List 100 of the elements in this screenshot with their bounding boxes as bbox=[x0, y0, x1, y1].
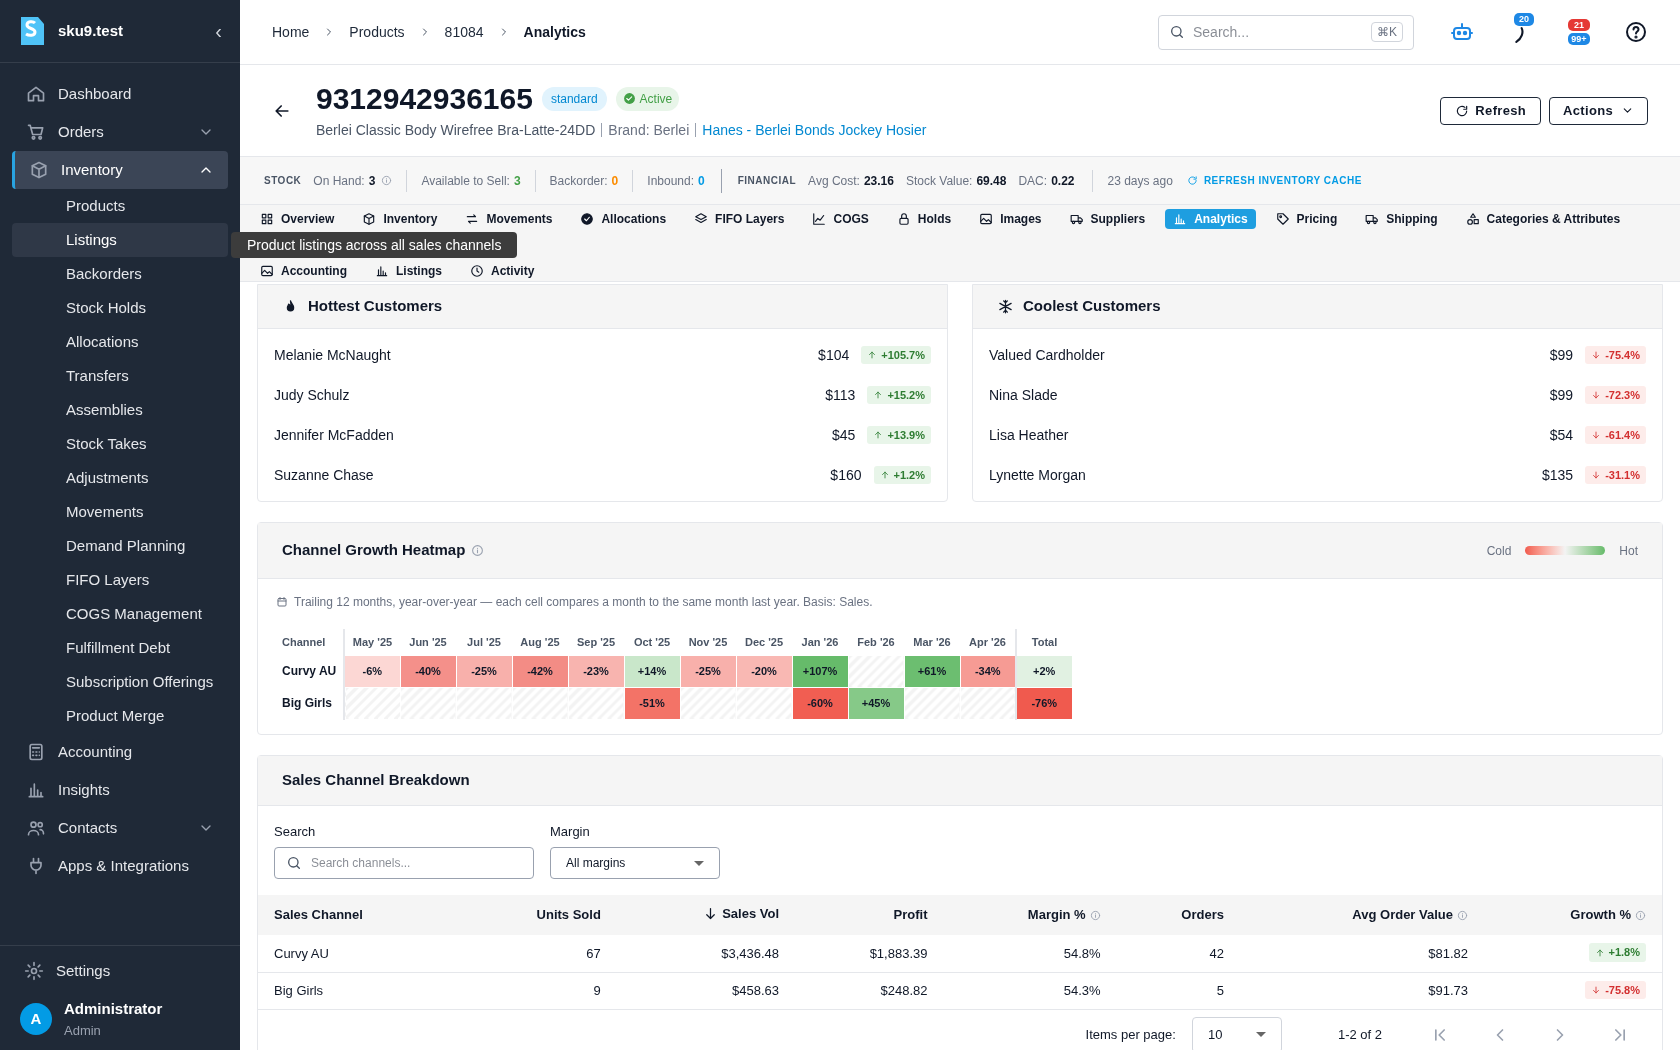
truck-icon bbox=[1069, 212, 1084, 226]
search-field[interactable]: Search channels... bbox=[274, 847, 534, 879]
collapse-button[interactable]: ‹ bbox=[215, 21, 222, 41]
column-header[interactable]: Orders bbox=[1116, 895, 1240, 935]
nav-subitem[interactable]: Allocations bbox=[12, 325, 228, 359]
heatmap-cell: +107% bbox=[792, 655, 848, 687]
heatmap-cell: -25% bbox=[456, 655, 512, 687]
help-icon[interactable] bbox=[1624, 20, 1648, 44]
tab[interactable]: Accounting bbox=[252, 261, 355, 281]
breadcrumb-link[interactable]: 81084 bbox=[444, 21, 484, 43]
margin-select[interactable]: All margins bbox=[550, 847, 720, 879]
snowflake-icon bbox=[998, 299, 1013, 314]
column-header: Apr '26 bbox=[960, 629, 1016, 655]
customer-amount: $160 bbox=[830, 465, 862, 485]
tab[interactable]: FIFO Layers bbox=[686, 209, 793, 229]
nav-item[interactable]: Contacts bbox=[12, 809, 228, 847]
breadcrumb-link[interactable]: Products bbox=[349, 21, 405, 43]
stat-value: 0.22 bbox=[1051, 172, 1075, 190]
arrow-up-icon bbox=[1594, 947, 1605, 958]
tab[interactable]: Shipping bbox=[1357, 209, 1446, 229]
stat-label: Stock Value: bbox=[905, 172, 973, 190]
logo-icon bbox=[18, 15, 46, 47]
page-range: 1-2 of 2 bbox=[1337, 1025, 1382, 1044]
nav-subitem[interactable]: Stock Holds bbox=[12, 291, 228, 325]
nav-subitem[interactable]: Transfers bbox=[12, 359, 228, 393]
tab[interactable]: Movements bbox=[457, 209, 561, 229]
table-cell: $458.63 bbox=[616, 972, 796, 1009]
tab[interactable]: Listings bbox=[367, 261, 450, 281]
nav-subitem[interactable]: Adjustments bbox=[12, 461, 228, 495]
nav-subitem[interactable]: Subscription Offerings bbox=[12, 665, 228, 699]
stat-value: 23.16 bbox=[863, 172, 894, 190]
search-icon bbox=[286, 855, 302, 871]
nav-item[interactable]: Orders bbox=[12, 113, 228, 151]
user-name: Administrator bbox=[64, 999, 163, 1019]
nav-subitem[interactable]: FIFO Layers bbox=[12, 563, 228, 597]
tab[interactable]: Pricing bbox=[1267, 209, 1346, 229]
total-cell: +2% bbox=[1016, 655, 1072, 687]
supplier-link[interactable]: Hanes - Berlei Bonds Jockey Hosier bbox=[702, 119, 927, 141]
tab[interactable]: Allocations bbox=[572, 209, 675, 229]
nav-subitem[interactable]: Product Merge bbox=[12, 699, 228, 733]
heatmap-cell: +14% bbox=[624, 655, 680, 687]
nav-item[interactable]: Apps & Integrations bbox=[12, 847, 228, 885]
column-header[interactable]: Sales Channel bbox=[258, 895, 458, 935]
tab[interactable]: Inventory bbox=[354, 209, 446, 229]
nav-item[interactable]: Inventory bbox=[12, 151, 228, 189]
column-header[interactable]: Sales Vol bbox=[616, 895, 796, 935]
nav-subitem[interactable]: Listings bbox=[12, 223, 228, 257]
heatmap-cell: -6% bbox=[344, 655, 400, 687]
card-title: Coolest Customers bbox=[1023, 296, 1161, 317]
alerts-button[interactable]: 21 99+ bbox=[1564, 18, 1594, 46]
stat-label: Inbound: bbox=[647, 172, 694, 190]
bar-chart-icon bbox=[375, 264, 389, 278]
nav-subitem[interactable]: Backorders bbox=[12, 257, 228, 291]
breadcrumb-link[interactable]: Analytics bbox=[523, 21, 586, 43]
nav-subitem[interactable]: Fulfillment Debt bbox=[12, 631, 228, 665]
nav-subitem[interactable]: Demand Planning bbox=[12, 529, 228, 563]
tab[interactable]: Holds bbox=[888, 209, 960, 229]
column-header[interactable]: Units Sold bbox=[457, 895, 617, 935]
stat-value: 3 bbox=[513, 172, 521, 190]
product-sku: 9312942936165 bbox=[316, 80, 533, 117]
arrow-down-icon bbox=[1591, 470, 1602, 480]
nav-item[interactable]: Accounting bbox=[12, 733, 228, 771]
per-page-select[interactable]: 10 bbox=[1191, 1016, 1282, 1050]
bar-chart-icon bbox=[26, 780, 46, 800]
brand-text: Brand: Berlei bbox=[608, 120, 690, 140]
nav-item[interactable]: Insights bbox=[12, 771, 228, 809]
actions-button[interactable]: Actions bbox=[1549, 96, 1648, 125]
column-header[interactable]: Margin % bbox=[943, 895, 1117, 935]
heatmap-cell: -42% bbox=[512, 655, 568, 687]
dropdown-caret-icon bbox=[1255, 1032, 1266, 1037]
tab[interactable]: Suppliers bbox=[1061, 209, 1154, 229]
search-field[interactable]: Search... ⌘K bbox=[1158, 14, 1414, 50]
column-header: Jun '25 bbox=[408, 634, 448, 650]
column-header: Oct '25 bbox=[632, 634, 672, 650]
tab[interactable]: Images bbox=[971, 209, 1050, 229]
customer-name: Judy Schulz bbox=[274, 385, 351, 405]
phone-button[interactable]: 20 bbox=[1504, 12, 1534, 44]
column-header[interactable]: Growth % bbox=[1484, 895, 1662, 935]
nav-subitem[interactable]: Assemblies bbox=[12, 393, 228, 427]
customer-name: Lisa Heather bbox=[989, 425, 1070, 445]
stat-value: 69.48 bbox=[976, 172, 1007, 190]
nav-subitem[interactable]: Stock Takes bbox=[12, 427, 228, 461]
tab[interactable]: COGS bbox=[804, 209, 877, 229]
tab[interactable]: Overview bbox=[252, 209, 343, 229]
tab[interactable]: Categories & Attributes bbox=[1457, 209, 1629, 229]
refresh-button[interactable]: Refresh bbox=[1440, 96, 1542, 125]
customer-name: Suzanne Chase bbox=[274, 465, 375, 485]
nav-item[interactable]: Dashboard bbox=[12, 75, 228, 113]
search-input[interactable]: Search... bbox=[1193, 21, 1363, 43]
customer-amount: $135 bbox=[1542, 465, 1574, 485]
tab[interactable]: Activity bbox=[462, 261, 543, 281]
nav-subitem[interactable]: Movements bbox=[12, 495, 228, 529]
clock-icon bbox=[470, 264, 484, 278]
column-header[interactable]: Profit bbox=[795, 895, 944, 935]
nav-subitem[interactable]: COGS Management bbox=[12, 597, 228, 631]
nav-subitem[interactable]: Products bbox=[12, 189, 228, 223]
breadcrumb-link[interactable]: Home bbox=[272, 21, 310, 43]
settings-item[interactable]: Settings bbox=[24, 959, 216, 982]
column-header[interactable]: Avg Order Value bbox=[1240, 895, 1484, 935]
customer-name: Valued Cardholder bbox=[989, 345, 1106, 365]
